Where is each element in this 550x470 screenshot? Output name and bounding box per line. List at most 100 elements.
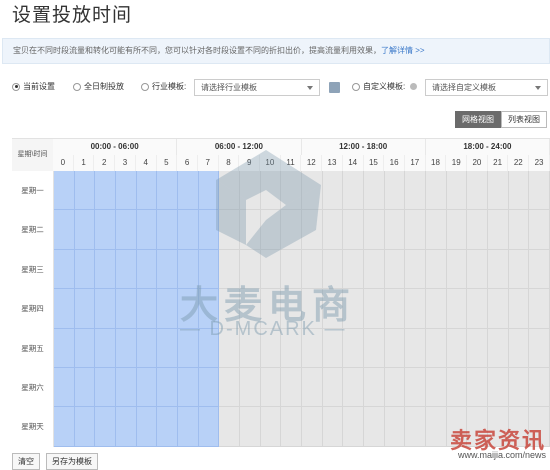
time-slot-cell[interactable]: [467, 367, 489, 408]
hour-label[interactable]: 19: [446, 155, 468, 171]
hour-label[interactable]: 5: [157, 155, 178, 171]
radio-current[interactable]: [12, 82, 20, 91]
clear-button[interactable]: 清空: [12, 453, 40, 470]
time-slot-cell[interactable]: [529, 171, 550, 211]
time-slot-cell[interactable]: [178, 210, 199, 250]
hour-label[interactable]: 20: [467, 155, 488, 171]
time-slot-cell[interactable]: [260, 367, 282, 408]
time-slot-cell[interactable]: [467, 328, 489, 368]
time-slot-cell[interactable]: [74, 249, 96, 290]
hour-label[interactable]: 4: [136, 155, 157, 171]
hour-label[interactable]: 7: [198, 155, 219, 171]
time-slot-cell[interactable]: [446, 210, 468, 250]
time-slot-cell[interactable]: [74, 407, 96, 447]
time-slot-cell[interactable]: [219, 171, 241, 211]
time-slot-cell[interactable]: [467, 210, 489, 250]
time-slot-cell[interactable]: [426, 289, 447, 329]
radio-industry[interactable]: [141, 82, 149, 91]
time-slot-cell[interactable]: [116, 328, 137, 368]
hour-label[interactable]: 17: [405, 155, 426, 171]
time-slot-cell[interactable]: [384, 210, 406, 250]
custom-template-select[interactable]: 请选择自定义模板: [425, 79, 548, 96]
template-icon[interactable]: [329, 82, 340, 93]
time-slot-cell[interactable]: [405, 210, 427, 250]
time-slot-cell[interactable]: [260, 407, 282, 447]
time-slot-cell[interactable]: [446, 171, 468, 211]
time-slot-cell[interactable]: [95, 249, 117, 290]
time-slot-cell[interactable]: [426, 210, 447, 250]
time-slot-cell[interactable]: [95, 367, 117, 408]
time-slot-cell[interactable]: [384, 367, 406, 408]
hour-label[interactable]: 16: [384, 155, 405, 171]
time-slot-cell[interactable]: [508, 210, 530, 250]
time-slot-cell[interactable]: [157, 210, 179, 250]
time-slot-cell[interactable]: [54, 249, 75, 290]
time-slot-cell[interactable]: [281, 210, 303, 250]
time-slot-cell[interactable]: [488, 249, 509, 290]
time-slot-cell[interactable]: [260, 210, 282, 250]
time-slot-cell[interactable]: [405, 407, 427, 447]
time-slot-cell[interactable]: [426, 367, 447, 408]
time-slot-cell[interactable]: [364, 407, 385, 447]
time-slot-cell[interactable]: [405, 171, 427, 211]
time-slot-cell[interactable]: [74, 289, 96, 329]
time-slot-cell[interactable]: [178, 407, 199, 447]
time-slot-cell[interactable]: [467, 171, 489, 211]
hour-label[interactable]: 1: [74, 155, 95, 171]
time-slot-cell[interactable]: [95, 328, 117, 368]
hour-label[interactable]: 15: [364, 155, 385, 171]
time-slot-cell[interactable]: [136, 249, 158, 290]
time-slot-cell[interactable]: [240, 367, 261, 408]
time-slot-cell[interactable]: [488, 328, 509, 368]
time-slot-cell[interactable]: [446, 367, 468, 408]
hour-label[interactable]: 9: [239, 155, 261, 171]
learn-more-link[interactable]: 了解详情 >>: [381, 46, 425, 55]
time-slot-cell[interactable]: [529, 289, 550, 329]
time-slot-cell[interactable]: [198, 407, 220, 447]
time-slot-cell[interactable]: [405, 328, 427, 368]
time-slot-cell[interactable]: [302, 171, 323, 211]
time-slot-cell[interactable]: [54, 407, 75, 447]
hour-label[interactable]: 22: [508, 155, 530, 171]
time-slot-cell[interactable]: [488, 210, 509, 250]
time-slot-cell[interactable]: [136, 210, 158, 250]
time-slot-cell[interactable]: [343, 407, 365, 447]
time-slot-cell[interactable]: [529, 367, 550, 408]
time-slot-cell[interactable]: [426, 407, 447, 447]
hour-label[interactable]: 21: [488, 155, 509, 171]
time-slot-cell[interactable]: [74, 171, 96, 211]
time-slot-cell[interactable]: [343, 328, 365, 368]
time-slot-cell[interactable]: [157, 289, 179, 329]
time-slot-cell[interactable]: [136, 367, 158, 408]
time-slot-cell[interactable]: [74, 210, 96, 250]
hour-group-label[interactable]: 18:00 - 24:00: [426, 139, 550, 155]
time-slot-cell[interactable]: [384, 171, 406, 211]
time-slot-cell[interactable]: [54, 328, 75, 368]
time-slot-cell[interactable]: [95, 210, 117, 250]
hour-label[interactable]: 11: [281, 155, 302, 171]
time-slot-cell[interactable]: [508, 171, 530, 211]
time-slot-cell[interactable]: [302, 367, 323, 408]
hour-group-label[interactable]: 06:00 - 12:00: [177, 139, 302, 155]
time-slot-cell[interactable]: [116, 171, 137, 211]
time-slot-cell[interactable]: [302, 210, 323, 250]
time-slot-cell[interactable]: [488, 171, 509, 211]
hour-label[interactable]: 13: [322, 155, 343, 171]
time-slot-cell[interactable]: [240, 210, 261, 250]
time-slot-cell[interactable]: [219, 210, 241, 250]
hour-group-label[interactable]: 00:00 - 06:00: [53, 139, 178, 155]
time-slot-cell[interactable]: [384, 249, 406, 290]
time-slot-cell[interactable]: [198, 367, 220, 408]
time-slot-cell[interactable]: [446, 289, 468, 329]
time-slot-cell[interactable]: [426, 249, 447, 290]
hour-label[interactable]: 3: [115, 155, 136, 171]
hour-group-label[interactable]: 12:00 - 18:00: [302, 139, 426, 155]
time-slot-cell[interactable]: [508, 328, 530, 368]
hour-label[interactable]: 0: [53, 155, 74, 171]
time-slot-cell[interactable]: [467, 289, 489, 329]
time-slot-cell[interactable]: [157, 407, 179, 447]
time-slot-cell[interactable]: [364, 210, 385, 250]
time-slot-cell[interactable]: [178, 367, 199, 408]
hour-label[interactable]: 6: [177, 155, 198, 171]
time-slot-cell[interactable]: [240, 171, 261, 211]
